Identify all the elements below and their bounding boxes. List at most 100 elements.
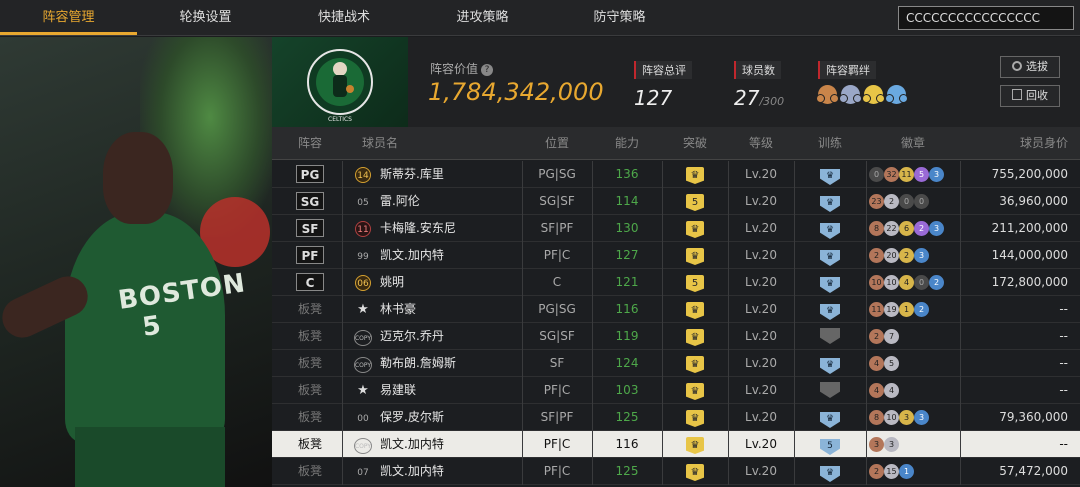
chemistry-icon[interactable] — [816, 85, 839, 104]
ability-rating: 119 — [615, 329, 639, 343]
player-level: Lv.20 — [745, 356, 777, 370]
training-cell[interactable]: ♛ — [794, 350, 866, 377]
badge-list[interactable]: 8 22 6 2 3 — [866, 215, 960, 242]
table-row[interactable]: 板凳 ★ 易建联 PF|C 103 ♛ Lv.20 4 4 -- — [272, 377, 1080, 404]
ability-rating: 130 — [615, 221, 639, 235]
badge-list[interactable]: 10 10 4 0 2 — [866, 269, 960, 296]
table-row[interactable]: 板凳 ★ 林书豪 PG|SG 116 ♛ Lv.20 ♛ 11 19 1 2 -- — [272, 296, 1080, 323]
breakthrough-cell[interactable]: ♛ — [662, 431, 728, 458]
badge-icon: 0 — [899, 194, 914, 209]
active-tab-indicator — [0, 32, 137, 35]
tab-defense-strategy[interactable]: 防守策略 — [551, 0, 688, 36]
training-cell[interactable]: ♛ — [794, 242, 866, 269]
training-cell[interactable]: 5 — [794, 431, 866, 458]
table-row[interactable]: SG 05 雷.阿伦 SG|SF 114 5 Lv.20 ♛ 23 2 0 0 36,960,000 — [272, 188, 1080, 215]
badge-list[interactable]: 23 2 0 0 — [866, 188, 960, 215]
player-positions: SG|SF — [539, 194, 575, 208]
player-name[interactable]: 姚明 — [380, 269, 530, 296]
training-shield-icon: ♛ — [820, 304, 840, 320]
player-name[interactable]: 保罗.皮尔斯 — [380, 404, 530, 431]
table-row[interactable]: 板凳 00 保罗.皮尔斯 SF|PF 125 ♛ Lv.20 ♛ 8 10 3 3 79,360,000 — [272, 404, 1080, 431]
training-cell[interactable] — [794, 377, 866, 404]
badge-list[interactable]: 0 32 11 5 3 — [866, 161, 960, 188]
chemistry-icon[interactable] — [839, 85, 862, 104]
player-portrait: BOSTON 5 — [0, 37, 272, 487]
badge-list[interactable]: 27 — [866, 323, 960, 350]
lineup-position: 板凳 — [290, 350, 330, 377]
badge-list[interactable]: 2 15 1 — [866, 458, 960, 485]
training-cell[interactable]: ♛ — [794, 458, 866, 485]
svg-text:CELTICS: CELTICS — [328, 116, 352, 123]
breakthrough-cell[interactable]: ♛ — [662, 458, 728, 485]
position-badge: C — [296, 273, 324, 291]
breakthrough-cell[interactable]: ♛ — [662, 215, 728, 242]
ability-rating: 121 — [615, 275, 639, 289]
badge-list[interactable]: 2 20 2 3 — [866, 242, 960, 269]
breakthrough-cell[interactable]: ♛ — [662, 242, 728, 269]
star-icon: ★ — [357, 302, 369, 317]
tab-quick-tactics[interactable]: 快捷战术 — [274, 0, 414, 36]
player-name[interactable]: 勒布朗.詹姆斯 — [380, 350, 530, 377]
table-row[interactable]: C 06 姚明 C 121 5 Lv.20 ♛ 10 10 4 0 2 172,800,000 — [272, 269, 1080, 296]
table-row[interactable]: PG 14 斯蒂芬.库里 PG|SG 136 ♛ Lv.20 ♛ 0 32 11 5 3 755,200,… — [272, 161, 1080, 188]
column-divider — [342, 350, 343, 377]
breakthrough-cell[interactable]: ♛ — [662, 323, 728, 350]
badge-icon: 23 — [869, 194, 884, 209]
training-cell[interactable]: ♛ — [794, 269, 866, 296]
player-name[interactable]: 凯文.加内特 — [380, 242, 530, 269]
training-cell[interactable]: ♛ — [794, 161, 866, 188]
table-row[interactable]: 板凳 COPY 勒布朗.詹姆斯 SF 124 ♛ Lv.20 ♛ 4 5 -- — [272, 350, 1080, 377]
tab-lineup-management[interactable]: 阵容管理 — [0, 0, 137, 36]
player-value: 36,960,000 — [999, 194, 1068, 208]
lineup-position: PF — [290, 242, 330, 269]
col-ability: 能力 — [614, 136, 639, 150]
jersey-number: ★ — [350, 296, 376, 323]
training-cell[interactable] — [794, 323, 866, 350]
training-cell[interactable]: ♛ — [794, 215, 866, 242]
badge-icon: 11 — [899, 167, 914, 182]
jersey-number-badge: 11 — [355, 221, 371, 237]
badge-list[interactable]: 33 — [866, 431, 960, 458]
player-name[interactable]: 迈克尔.乔丹 — [380, 323, 530, 350]
table-row[interactable]: 板凳 COPY 凯文.加内特 PF|C 116 ♛ Lv.20 5 3 3 -- — [272, 431, 1080, 458]
recycle-button[interactable]: 回收 — [1000, 85, 1060, 107]
tab-offense-strategy[interactable]: 进攻策略 — [414, 0, 551, 36]
table-row[interactable]: 板凳 COPY 迈克尔.乔丹 SG|SF 119 ♛ Lv.20 2 7 -- — [272, 323, 1080, 350]
breakthrough-cell[interactable]: ♛ — [662, 404, 728, 431]
player-name[interactable]: 雷.阿伦 — [380, 188, 530, 215]
badge-list[interactable]: 11 19 1 2 — [866, 296, 960, 323]
breakthrough-cell[interactable]: 5 — [662, 188, 728, 215]
table-row[interactable]: SF 11 卡梅隆.安东尼 SF|PF 130 ♛ Lv.20 ♛ 8 22 6 2 3 211,200,… — [272, 215, 1080, 242]
training-cell[interactable]: ♛ — [794, 188, 866, 215]
account-selector[interactable]: CCCCCCCCCCCCCCCC — [898, 6, 1074, 30]
chemistry-icon[interactable] — [885, 85, 908, 104]
player-name[interactable]: 林书豪 — [380, 296, 530, 323]
player-name[interactable]: 凯文.加内特 — [380, 431, 530, 458]
breakthrough-cell[interactable]: ♛ — [662, 377, 728, 404]
table-row[interactable]: PF 99 凯文.加内特 PF|C 127 ♛ Lv.20 ♛ 2 20 2 3 144,000,000 — [272, 242, 1080, 269]
crown-icon: ♛ — [686, 356, 704, 373]
training-cell[interactable]: ♛ — [794, 296, 866, 323]
column-divider — [342, 431, 343, 458]
badge-list[interactable]: 45 — [866, 350, 960, 377]
training-cell[interactable]: ♛ — [794, 404, 866, 431]
player-name[interactable]: 易建联 — [380, 377, 530, 404]
ability-rating: 114 — [615, 194, 639, 208]
player-name[interactable]: 斯蒂芬.库里 — [380, 161, 530, 188]
ability-rating: 125 — [615, 410, 639, 424]
player-positions: PG|SG — [538, 167, 576, 181]
tab-rotation-settings[interactable]: 轮换设置 — [137, 0, 274, 36]
table-row[interactable]: 板凳 07 凯文.加内特 PF|C 125 ♛ Lv.20 ♛ 2 15 1 57,472,000 — [272, 458, 1080, 485]
player-name[interactable]: 卡梅隆.安东尼 — [380, 215, 530, 242]
breakthrough-cell[interactable]: ♛ — [662, 296, 728, 323]
help-icon[interactable]: ? — [481, 63, 494, 76]
badge-list[interactable]: 8 10 3 3 — [866, 404, 960, 431]
chemistry-icon[interactable] — [862, 85, 885, 104]
breakthrough-cell[interactable]: ♛ — [662, 350, 728, 377]
select-button[interactable]: 选拔 — [1000, 56, 1060, 78]
breakthrough-cell[interactable]: ♛ — [662, 161, 728, 188]
badge-list[interactable]: 44 — [866, 377, 960, 404]
player-name[interactable]: 凯文.加内特 — [380, 458, 530, 485]
col-level: 等级 — [748, 136, 773, 150]
breakthrough-cell[interactable]: 5 — [662, 269, 728, 296]
